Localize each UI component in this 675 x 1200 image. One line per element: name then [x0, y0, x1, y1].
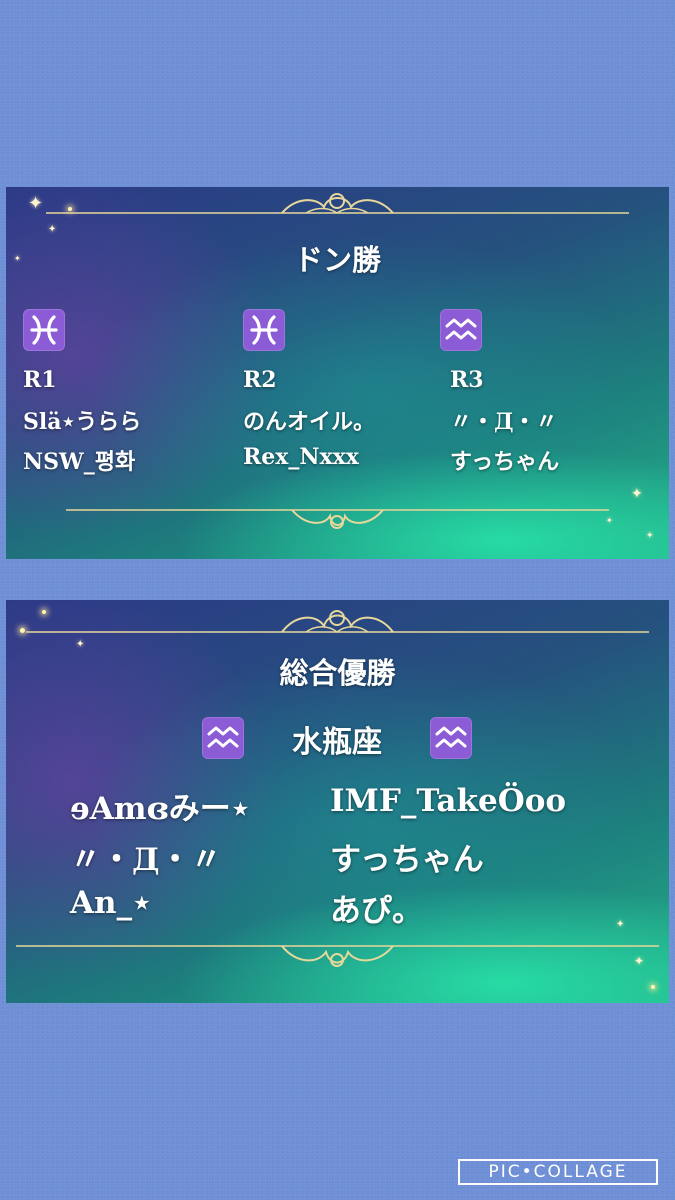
top-ornament-icon — [46, 193, 629, 214]
round-label: R1 — [23, 367, 57, 393]
member-name: ɘAmɞみー⋆ — [70, 791, 251, 827]
sparkle-icon: ✦ — [76, 639, 85, 650]
member-name: 〃・Д・〃 — [70, 842, 222, 878]
player-name: NSW_평화 — [23, 449, 136, 475]
round-winners-card: ✦ ✦ ✦ ✦ ✦ ✦ ドン勝 R1 Slä⋆うらら NSW_평화 R2 のんオ… — [6, 187, 669, 559]
aquarius-icon — [202, 717, 244, 759]
pisces-icon — [243, 309, 285, 351]
round-label: R3 — [450, 367, 484, 393]
player-name: Rex_Nxxx — [243, 444, 359, 470]
pic-collage-watermark: PIC•COLLAGE — [458, 1159, 658, 1185]
sparkle-icon: ✦ — [48, 224, 57, 235]
sparkle-icon: ✦ — [631, 486, 643, 502]
player-name: Slä⋆うらら — [23, 409, 142, 435]
player-name: すっちゃん — [450, 449, 560, 475]
player-name: 〃・Д・〃 — [450, 409, 558, 435]
glow-dot-icon — [651, 985, 655, 989]
aquarius-icon — [440, 309, 482, 351]
bottom-ornament-icon — [16, 945, 659, 967]
member-name: すっちゃん — [330, 842, 484, 878]
card-title: ドン勝 — [293, 243, 381, 277]
member-name: あぴ。 — [330, 893, 423, 929]
top-ornament-icon — [26, 610, 649, 633]
round-label: R2 — [243, 367, 277, 393]
member-name: IMF_TakeÖoo — [330, 783, 567, 819]
member-name: An_⋆ — [70, 885, 152, 921]
sparkle-icon: ✦ — [616, 919, 625, 930]
aquarius-icon — [430, 717, 472, 759]
team-name: 水瓶座 — [292, 725, 382, 760]
bottom-ornament-icon — [66, 509, 609, 529]
card-title: 総合優勝 — [279, 656, 396, 690]
pisces-icon — [23, 309, 65, 351]
overall-winner-card: ✦ ✦ ✦ 総合優勝 水瓶座 ɘAmɞみー⋆ IMF_TakeÖoo 〃・Д・〃… — [6, 600, 669, 1003]
player-name: のんオイル。 — [243, 409, 376, 435]
